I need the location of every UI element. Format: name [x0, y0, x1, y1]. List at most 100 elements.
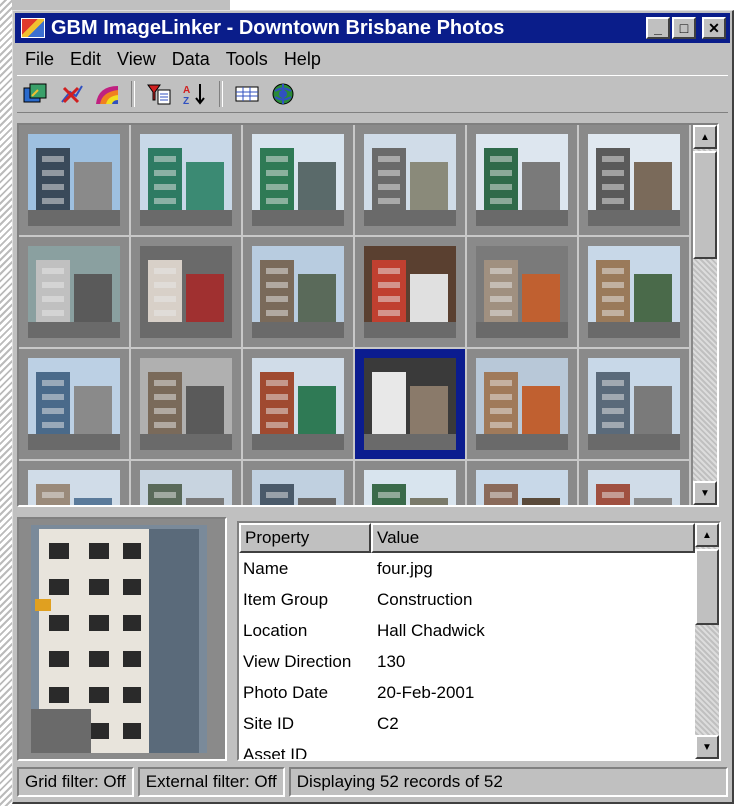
building-photo-thumbnail: [476, 134, 568, 226]
props-scroll-down-button[interactable]: ▼: [695, 735, 719, 759]
property-row[interactable]: Item Group Construction: [239, 584, 719, 615]
menu-tools[interactable]: Tools: [218, 49, 276, 70]
grid-filter-status: Grid filter: Off: [17, 767, 134, 797]
globe-icon[interactable]: [269, 80, 297, 108]
toolbar-separator: [219, 81, 223, 107]
props-scroll-up-button[interactable]: ▲: [695, 523, 719, 547]
property-row[interactable]: Location Hall Chadwick: [239, 615, 719, 646]
thumbnail-cell[interactable]: [19, 125, 131, 237]
thumbnail-cell[interactable]: [579, 349, 691, 461]
property-value: Construction: [377, 589, 473, 609]
property-row[interactable]: View Direction 130: [239, 646, 719, 677]
properties-vertical-scrollbar[interactable]: ▲ ▼: [695, 523, 719, 759]
menu-view[interactable]: View: [109, 49, 164, 70]
properties-header: Property Value: [239, 523, 719, 553]
app-window: GBM ImageLinker - Downtown Brisbane Phot…: [12, 10, 734, 804]
svg-text:Z: Z: [183, 96, 189, 106]
property-value: 20-Feb-2001: [377, 682, 475, 702]
thumbnail-cell[interactable]: [243, 461, 355, 505]
building-photo-thumbnail: [28, 246, 120, 338]
property-value: 130: [377, 651, 406, 671]
property-name: Asset ID: [243, 744, 308, 761]
close-button[interactable]: ✕: [702, 17, 726, 39]
building-photo-thumbnail: [28, 358, 120, 450]
building-photo-thumbnail: [28, 470, 120, 505]
property-name: Location: [243, 620, 308, 640]
grid-view-icon[interactable]: [233, 80, 261, 108]
properties-table: Property Value Name four.jpg Item Group Con…: [237, 521, 721, 761]
thumbnail-cell[interactable]: [131, 125, 243, 237]
building-photo-thumbnail: [476, 470, 568, 505]
building-photo-thumbnail: [252, 246, 344, 338]
building-photo-thumbnail: [28, 134, 120, 226]
thumbnail-cell[interactable]: [579, 237, 691, 349]
property-column-header[interactable]: Property: [239, 523, 371, 553]
scroll-up-icon: ▲: [702, 529, 712, 541]
menu-file[interactable]: File: [17, 49, 62, 70]
scroll-up-button[interactable]: ▲: [693, 125, 717, 149]
scroll-down-icon: ▼: [702, 741, 712, 753]
property-value: Hall Chadwick: [377, 620, 485, 640]
unlink-image-icon[interactable]: [57, 80, 85, 108]
svg-text:A: A: [183, 85, 190, 96]
toolbar-separator: [131, 81, 135, 107]
building-photo-thumbnail: [364, 246, 456, 338]
thumbnail-cell[interactable]: [243, 237, 355, 349]
building-photo-thumbnail: [364, 358, 456, 450]
thumbnail-cell[interactable]: [19, 237, 131, 349]
toolbar: AZ: [17, 75, 728, 113]
building-photo-thumbnail: [588, 470, 680, 505]
properties-rows: Name four.jpg Item Group Construction Locati…: [239, 553, 719, 761]
thumbnail-cell[interactable]: [131, 349, 243, 461]
menu-help[interactable]: Help: [276, 49, 329, 70]
scroll-thumb[interactable]: [693, 151, 717, 259]
property-name: Item Group: [243, 589, 329, 609]
building-photo-thumbnail: [364, 470, 456, 505]
thumbnail-cell[interactable]: [131, 461, 243, 505]
property-row[interactable]: Name four.jpg: [239, 553, 719, 584]
scroll-down-button[interactable]: ▼: [693, 481, 717, 505]
building-photo-thumbnail: [476, 358, 568, 450]
thumbnail-cell[interactable]: [467, 125, 579, 237]
thumbnail-cell[interactable]: [131, 237, 243, 349]
thumbnail-cell[interactable]: [579, 125, 691, 237]
window-title: GBM ImageLinker - Downtown Brisbane Phot…: [51, 16, 505, 39]
thumbnail-cell[interactable]: [19, 461, 131, 505]
thumbnail-cell[interactable]: [243, 349, 355, 461]
grid-vertical-scrollbar[interactable]: ▲ ▼: [693, 125, 717, 505]
menu-edit[interactable]: Edit: [62, 49, 109, 70]
thumbnail-cell[interactable]: [467, 461, 579, 505]
value-column-header[interactable]: Value: [371, 523, 695, 553]
thumbnail-grid: [19, 125, 693, 505]
minimize-button[interactable]: _: [646, 17, 670, 39]
thumbnail-cell[interactable]: [355, 349, 467, 461]
props-scroll-thumb[interactable]: [695, 549, 719, 625]
thumbnail-cell[interactable]: [355, 461, 467, 505]
thumbnail-cell[interactable]: [467, 237, 579, 349]
building-photo-thumbnail: [588, 358, 680, 450]
building-photo-thumbnail: [140, 358, 232, 450]
thumbnail-cell[interactable]: [579, 461, 691, 505]
link-image-icon[interactable]: [21, 80, 49, 108]
thumbnail-cell[interactable]: [355, 237, 467, 349]
building-photo-thumbnail: [140, 470, 232, 505]
building-photo-thumbnail: [364, 134, 456, 226]
title-bar[interactable]: GBM ImageLinker - Downtown Brisbane Phot…: [15, 13, 730, 43]
property-row[interactable]: Asset ID: [239, 739, 719, 761]
sort-ascending-icon[interactable]: AZ: [181, 80, 209, 108]
property-row[interactable]: Site ID C2: [239, 708, 719, 739]
thumbnail-cell[interactable]: [243, 125, 355, 237]
app-icon[interactable]: [21, 18, 45, 38]
filter-icon[interactable]: [145, 80, 173, 108]
thumbnail-grid-pane: ▲ ▼: [17, 123, 719, 507]
menu-data[interactable]: Data: [164, 49, 218, 70]
building-photo-thumbnail: [588, 134, 680, 226]
thumbnail-cell[interactable]: [19, 349, 131, 461]
thumbnail-cell[interactable]: [355, 125, 467, 237]
color-ramp-icon[interactable]: [93, 80, 121, 108]
maximize-button[interactable]: □: [672, 17, 696, 39]
building-photo-thumbnail: [588, 246, 680, 338]
property-value: C2: [377, 713, 399, 733]
thumbnail-cell[interactable]: [467, 349, 579, 461]
property-row[interactable]: Photo Date 20-Feb-2001: [239, 677, 719, 708]
